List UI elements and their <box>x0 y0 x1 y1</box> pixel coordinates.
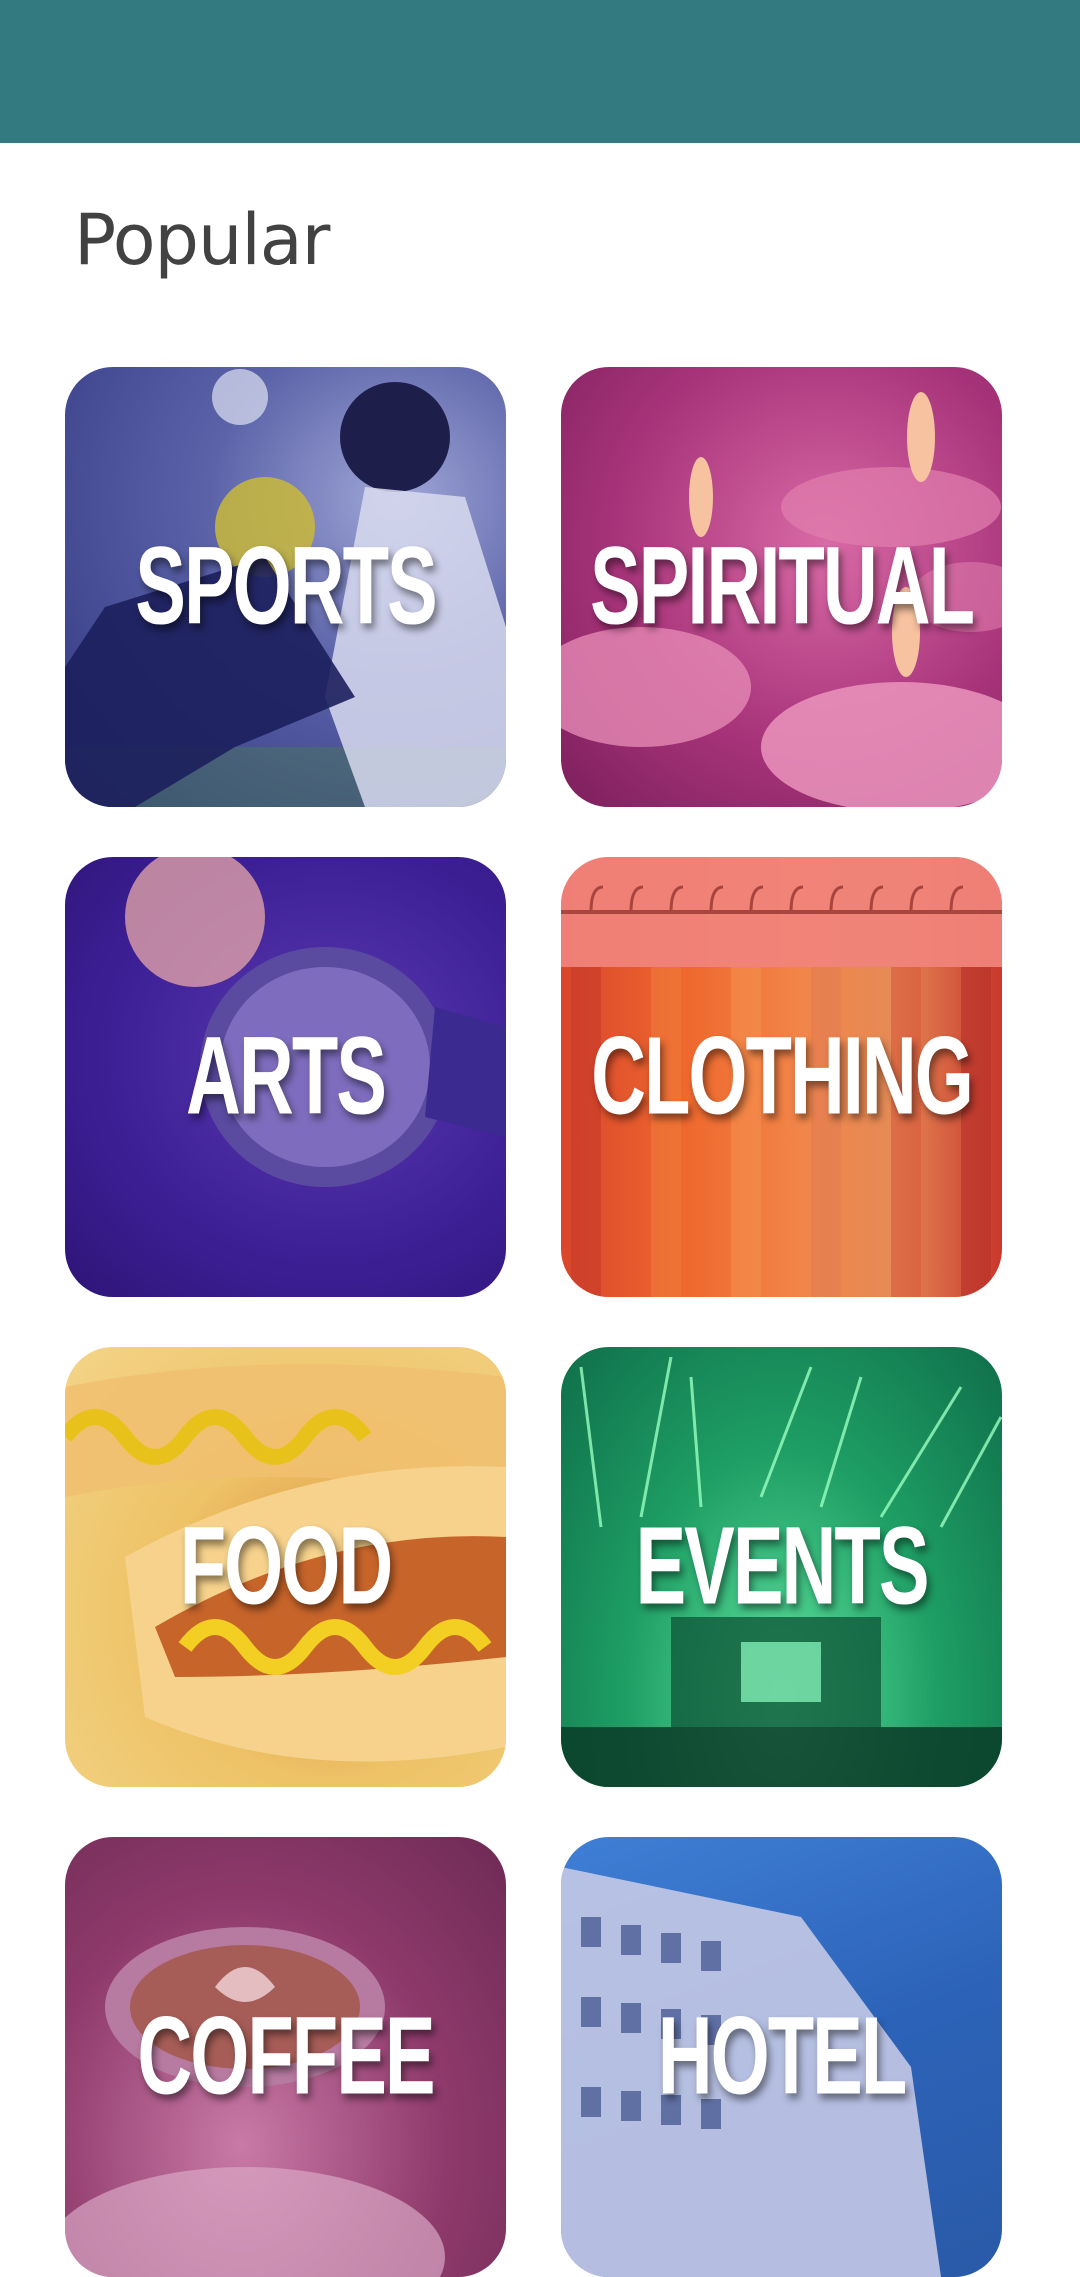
category-label: SPORTS <box>135 524 438 648</box>
category-tile-arts[interactable]: ARTS <box>65 857 506 1297</box>
app-bar <box>0 0 1080 143</box>
category-label: CLOTHING <box>591 1014 974 1138</box>
category-label: HOTEL <box>657 1994 908 2118</box>
category-tile-sports[interactable]: SPORTS <box>65 367 506 807</box>
category-label: SPIRITUAL <box>589 524 975 648</box>
category-tile-spiritual[interactable]: SPIRITUAL <box>561 367 1002 807</box>
category-label: EVENTS <box>635 1504 929 1628</box>
category-tile-coffee[interactable]: COFFEE <box>65 1837 506 2277</box>
category-label: ARTS <box>186 1014 387 1138</box>
category-label: COFFEE <box>137 1994 435 2118</box>
category-tile-food[interactable]: FOOD <box>65 1347 506 1787</box>
section-title: Popular <box>74 199 330 281</box>
category-tile-events[interactable]: EVENTS <box>561 1347 1002 1787</box>
category-tile-hotel[interactable]: HOTEL <box>561 1837 1002 2277</box>
category-label: FOOD <box>179 1504 394 1628</box>
category-tile-clothing[interactable]: CLOTHING <box>561 857 1002 1297</box>
